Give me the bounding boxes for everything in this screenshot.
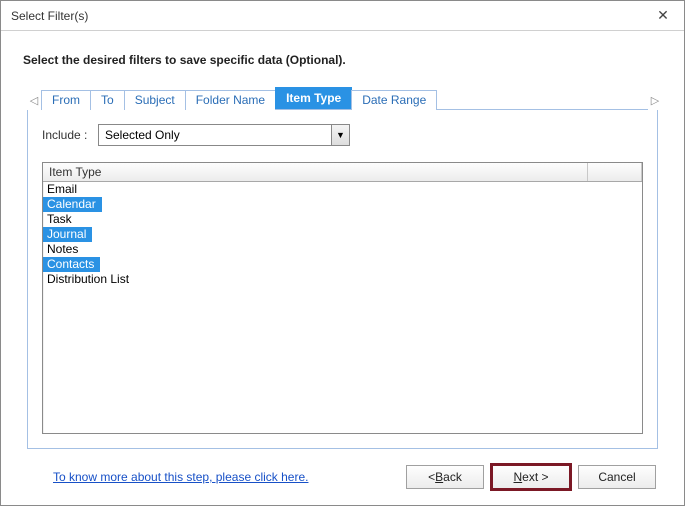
tab-panel-item-type: Include : Selected Only ▼ Item Type Emai… (27, 110, 658, 449)
button-row: < Back Next > Cancel (406, 465, 656, 489)
include-select-dropdown-button[interactable]: ▼ (331, 125, 349, 145)
tab-from[interactable]: From (41, 90, 91, 110)
content-area: Select the desired filters to save speci… (1, 31, 684, 505)
list-header-row: Item Type (43, 163, 642, 182)
list-item-email[interactable]: Email (43, 182, 83, 197)
dialog-window: Select Filter(s) ✕ Select the desired fi… (0, 0, 685, 506)
footer-row: To know more about this step, please cli… (23, 449, 662, 493)
tab-item-type[interactable]: Item Type (275, 87, 352, 109)
next-button-mnemonic: N (513, 470, 522, 484)
include-row: Include : Selected Only ▼ (42, 124, 643, 146)
tab-folder-name[interactable]: Folder Name (185, 90, 276, 110)
instruction-text: Select the desired filters to save speci… (23, 53, 662, 67)
back-button[interactable]: < Back (406, 465, 484, 489)
chevron-down-icon: ▼ (336, 130, 345, 140)
back-button-prefix: < (428, 470, 435, 484)
back-button-mnemonic: B (435, 470, 443, 484)
dialog-title: Select Filter(s) (11, 9, 88, 23)
list-item-contacts[interactable]: Contacts (43, 257, 100, 272)
list-body: Email Calendar Task Journal Notes Contac… (43, 182, 642, 433)
list-item-notes[interactable]: Notes (43, 242, 83, 257)
list-item-distribution-list[interactable]: Distribution List (43, 272, 133, 287)
column-header-item-type[interactable]: Item Type (43, 163, 588, 181)
tab-to[interactable]: To (90, 90, 125, 110)
tab-subject[interactable]: Subject (124, 90, 186, 110)
next-button-rest: ext > (522, 470, 548, 484)
close-icon: ✕ (657, 7, 669, 24)
close-button[interactable]: ✕ (642, 1, 684, 30)
include-select[interactable]: Selected Only ▼ (98, 124, 350, 146)
back-button-rest: ack (443, 470, 462, 484)
title-bar: Select Filter(s) ✕ (1, 1, 684, 31)
tab-scroll-left[interactable]: ◁ (27, 90, 41, 110)
tab-container: From To Subject Folder Name Item Type Da… (41, 87, 648, 110)
tab-strip: ◁ From To Subject Folder Name Item Type … (27, 87, 662, 110)
tab-date-range[interactable]: Date Range (351, 90, 437, 110)
triangle-left-icon: ◁ (30, 94, 38, 107)
cancel-button[interactable]: Cancel (578, 465, 656, 489)
column-header-spacer (588, 163, 642, 181)
list-item-journal[interactable]: Journal (43, 227, 92, 242)
include-label: Include : (42, 128, 98, 142)
next-button[interactable]: Next > (492, 465, 570, 489)
triangle-right-icon: ▷ (651, 94, 659, 107)
include-select-value: Selected Only (99, 128, 331, 142)
list-item-calendar[interactable]: Calendar (43, 197, 102, 212)
list-item-task[interactable]: Task (43, 212, 83, 227)
item-type-listbox: Item Type Email Calendar Task Journal No… (42, 162, 643, 434)
help-link[interactable]: To know more about this step, please cli… (53, 470, 308, 484)
tab-scroll-right[interactable]: ▷ (648, 90, 662, 110)
